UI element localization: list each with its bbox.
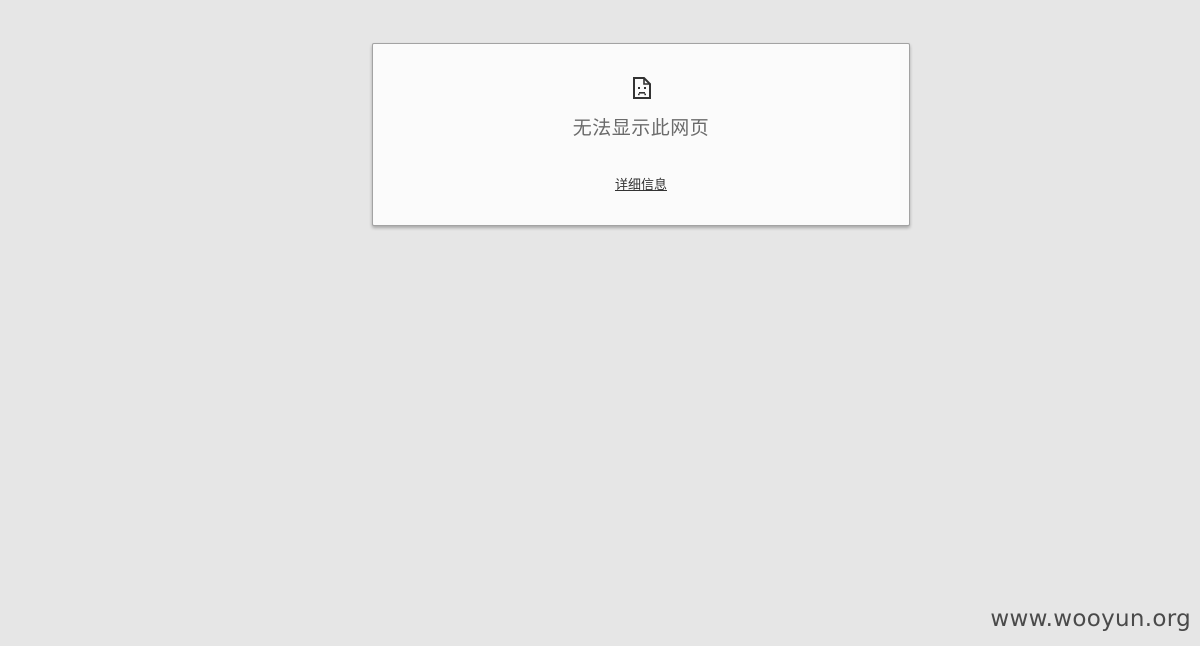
- details-link[interactable]: 详细信息: [373, 174, 909, 193]
- watermark: www.wooyun.org: [990, 606, 1191, 632]
- error-card: 无法显示此网页 详细信息: [372, 43, 910, 226]
- sad-page-icon: [633, 77, 651, 99]
- error-title: 无法显示此网页: [572, 117, 710, 139]
